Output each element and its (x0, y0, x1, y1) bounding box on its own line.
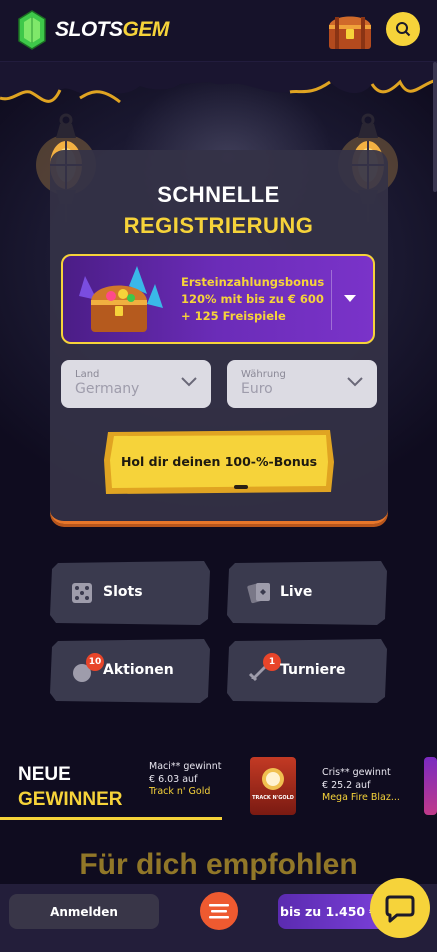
winner-item[interactable]: Maci** gewinnt € 6.03 auf Track n' Gold (149, 761, 229, 799)
treasure-chest-button[interactable] (326, 9, 374, 51)
category-promotions[interactable]: 10 Aktionen (50, 639, 210, 703)
claim-bonus-label: Hol dir deinen 100-%-Bonus (120, 454, 318, 469)
winner-name: Maci** gewinnt (149, 761, 222, 772)
brand-name: SLOTSGEM (55, 18, 169, 41)
gem-icon (18, 10, 46, 50)
game-thumbnail[interactable]: TRACK N'GOLD (250, 757, 296, 815)
thumbnail-text: TRACK N'GOLD (252, 795, 294, 801)
login-button[interactable]: Anmelden (9, 894, 159, 929)
live-chat-button[interactable] (370, 878, 430, 938)
category-tournaments[interactable]: 1 Turniere (227, 639, 387, 703)
game-thumbnail[interactable] (424, 757, 437, 815)
category-label: Slots (103, 584, 143, 600)
winner-amount: € 6.03 auf (149, 773, 198, 785)
winner-item[interactable]: Cris** gewinnt € 25.2 auf Mega Fire Blaz… (322, 767, 412, 805)
chat-icon (385, 895, 415, 923)
country-value: Germany (75, 381, 140, 397)
recommended-heading: Für dich empfohlen (79, 848, 358, 881)
brand-logo[interactable]: SLOTSGEM (17, 10, 169, 50)
hamburger-icon (209, 904, 229, 919)
search-icon (396, 22, 411, 37)
bonus-text: Ersteinzahlungsbonus 120% mit bis zu € 6… (181, 275, 325, 323)
registration-title-line1: SCHNELLE (157, 182, 280, 207)
chevron-down-icon[interactable] (343, 294, 357, 304)
category-slots[interactable]: Slots (50, 561, 210, 625)
currency-label: Währung (241, 369, 286, 380)
winner-game: Track n' Gold (149, 786, 211, 797)
chevron-down-icon (181, 377, 197, 387)
category-label: Aktionen (103, 662, 174, 678)
search-button[interactable] (386, 12, 420, 46)
category-live[interactable]: Live (227, 561, 387, 625)
bonus-divider (331, 270, 332, 330)
winner-game: Mega Fire Blaz... (322, 792, 400, 803)
winners-title-line2: GEWINNER (18, 789, 123, 810)
currency-select[interactable]: Währung Euro (227, 360, 377, 408)
playing-cards-icon (247, 582, 270, 604)
claim-bonus-button[interactable]: Hol dir deinen 100-%-Bonus (104, 430, 334, 494)
country-label: Land (75, 369, 100, 380)
treasure-chest-icon (79, 266, 163, 332)
chevron-down-icon (347, 377, 363, 387)
winner-name: Cris** gewinnt (322, 767, 391, 778)
country-select[interactable]: Land Germany (61, 360, 211, 408)
currency-value: Euro (241, 381, 273, 397)
winners-title-line1: NEUE (18, 764, 71, 785)
tournaments-badge: 1 (263, 653, 281, 671)
winner-amount: € 25.2 auf (322, 779, 371, 791)
menu-button[interactable] (197, 889, 241, 933)
scrollbar[interactable] (433, 62, 437, 192)
pocket-watch-icon (262, 768, 284, 790)
category-label: Live (280, 584, 313, 600)
bonus-selector[interactable]: Ersteinzahlungsbonus 120% mit bis zu € 6… (61, 254, 375, 344)
winners-underline (0, 817, 222, 820)
category-label: Turniere (280, 662, 346, 678)
top-header: SLOTSGEM (0, 0, 437, 62)
registration-title-line2: REGISTRIERUNG (123, 213, 314, 238)
dice-icon (72, 583, 92, 603)
promotions-badge: 10 (86, 653, 104, 671)
